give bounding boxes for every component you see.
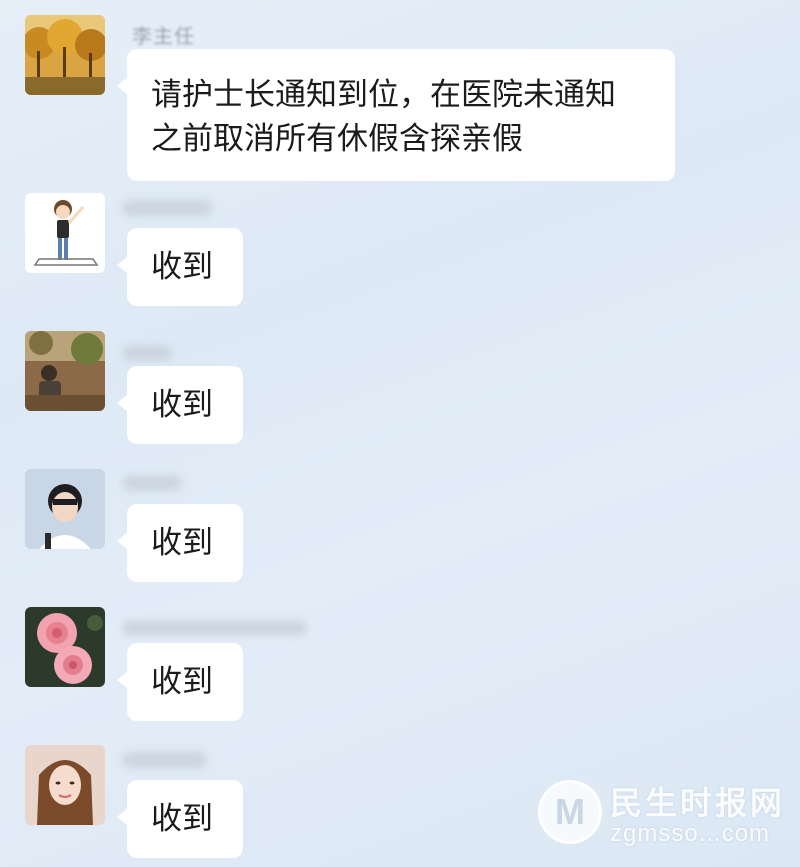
message-bubble[interactable]: 收到 (117, 504, 243, 582)
message-text: 收到 (151, 664, 213, 700)
message-text-line: 之前取消所有休假含探亲假 (151, 121, 523, 157)
message-text: 收到 (151, 249, 213, 285)
watermark: M 民生时报网 zgmsso...com (538, 776, 788, 856)
sender-name-blurred (122, 345, 172, 361)
message-text-line: 请护士长通知到位，在医院未通知 (151, 77, 616, 113)
young-man-avatar-icon[interactable] (25, 469, 105, 549)
cartoon-figure-avatar-icon[interactable] (25, 193, 105, 273)
message-text: 收到 (151, 525, 213, 561)
message-bubble[interactable]: 收到 (117, 366, 243, 444)
woman-portrait-avatar-icon[interactable] (25, 745, 105, 825)
m-logo-icon: M (538, 780, 602, 844)
sender-name-blurred (122, 475, 182, 491)
sender-name-blurred (122, 620, 307, 636)
message-text: 收到 (151, 387, 213, 423)
chat-message-list: 李主任 请护士长通知到位，在医院未通知 之前取消所有休假含探亲假 收到 收到 收… (0, 0, 800, 867)
pink-roses-avatar-icon[interactable] (25, 607, 105, 687)
watermark-title: 民生时报网 (610, 784, 786, 822)
sender-name-blurred (122, 752, 207, 768)
sender-name: 李主任 (132, 24, 195, 48)
autumn-trees-avatar-icon[interactable] (25, 15, 105, 95)
message-text: 收到 (151, 801, 213, 837)
sender-name-blurred (122, 200, 212, 216)
outdoor-photo-avatar-icon[interactable] (25, 331, 105, 411)
message-bubble[interactable]: 收到 (117, 643, 243, 721)
message-bubble[interactable]: 收到 (117, 780, 243, 858)
message-bubble[interactable]: 请护士长通知到位，在医院未通知 之前取消所有休假含探亲假 (117, 49, 675, 181)
message-bubble[interactable]: 收到 (117, 228, 243, 306)
watermark-subtitle: zgmsso...com (610, 820, 771, 847)
